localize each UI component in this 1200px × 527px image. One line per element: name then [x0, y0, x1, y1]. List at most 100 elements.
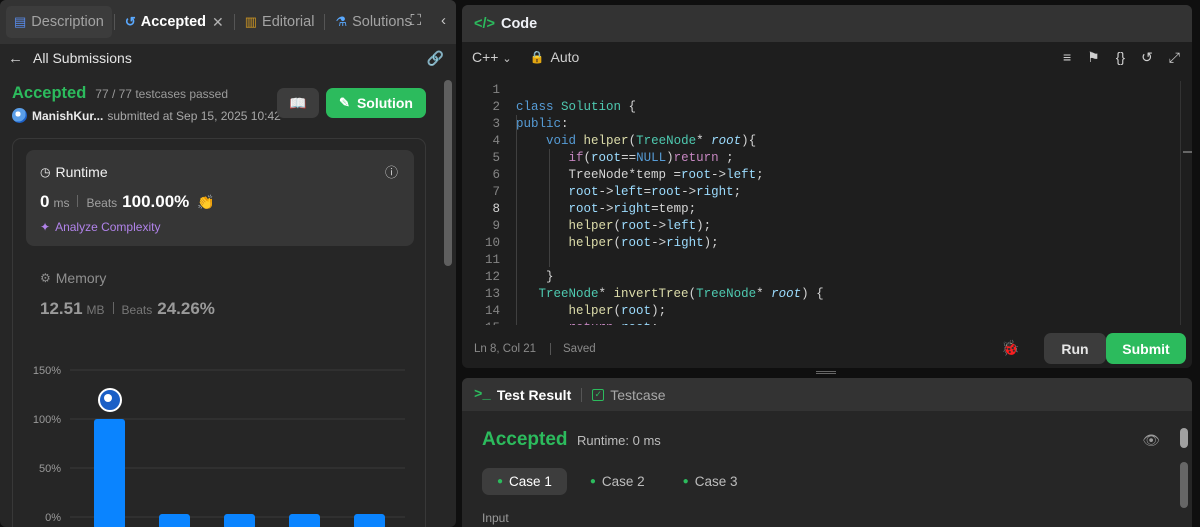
chart-bar[interactable] [94, 419, 125, 527]
notebook-button[interactable]: 📖 [277, 88, 319, 118]
result-status: Accepted [482, 429, 568, 450]
line-number: 7 [492, 185, 500, 199]
solution-button[interactable]: ✎ Solution [326, 88, 426, 118]
line-number: 4 [492, 134, 500, 148]
link-icon[interactable]: 🔗 [427, 50, 444, 67]
memory-beats-label: Beats [121, 303, 153, 317]
line-number: 14 [484, 304, 500, 318]
submission-status-row: Accepted 77 / 77 testcases passed [12, 84, 228, 103]
case-tab-3[interactable]: ● Case 3 [668, 468, 753, 495]
code-line: } [516, 270, 554, 284]
chart-bar[interactable] [159, 514, 190, 527]
analyze-complexity-link[interactable]: ✦ Analyze Complexity [40, 220, 160, 234]
back-arrow-icon[interactable]: ← [8, 50, 23, 67]
runtime-value: 0 [40, 192, 50, 211]
code-line: if(root==NULL)return ; [568, 151, 734, 165]
left-tab-bar: ▤ Description ↺ Accepted ✕ ▥ Editorial ⚗… [0, 0, 456, 44]
scrollbar[interactable] [444, 80, 452, 266]
collapse-left-icon[interactable]: ‹ [441, 12, 446, 29]
checkbox-icon: ✓ [592, 388, 605, 401]
code-header: </> Code [462, 5, 1192, 42]
panel-controls: ⛶ ‹ [410, 12, 446, 29]
scrollbar-track[interactable] [1180, 462, 1188, 508]
code-line: helper(root->right); [568, 236, 719, 250]
memory-title[interactable]: ⚙ Memory [40, 270, 106, 286]
submit-button[interactable]: Submit [1106, 333, 1186, 364]
terminal-icon: >_ [474, 386, 491, 403]
history-icon: ↺ [124, 14, 136, 29]
tab-editorial[interactable]: ▥ Editorial [237, 6, 323, 38]
code-footer: Ln 8, Col 21 Saved 🐞 Run Submit [462, 330, 1192, 368]
runtime-beats-label: Beats [86, 196, 118, 210]
scrollbar[interactable] [1180, 428, 1188, 448]
code-line: root->left=root->right; [568, 185, 742, 199]
tab-testcase[interactable]: ✓ Testcase [592, 387, 666, 403]
tab-accepted[interactable]: ↺ Accepted ✕ [117, 6, 232, 38]
chart-bar[interactable] [289, 514, 320, 527]
close-tab-icon[interactable]: ✕ [212, 14, 224, 31]
pass-dot-icon: ● [589, 476, 596, 487]
chip-icon: ⚙ [40, 271, 51, 285]
your-submission-marker[interactable] [98, 388, 122, 412]
debugger-icon[interactable]: 🐞 [1001, 339, 1020, 357]
result-runtime: Runtime: 0 ms [577, 433, 661, 448]
code-line: TreeNode*temp =root->left; [516, 168, 764, 182]
auto-mode[interactable]: Auto [551, 49, 580, 65]
code-line: return root; [516, 321, 659, 325]
format-icon[interactable]: ≡ [1063, 49, 1071, 66]
clock-icon: ◷ [40, 165, 51, 179]
braces-icon[interactable]: {} [1116, 49, 1125, 66]
chart-bar[interactable] [354, 514, 385, 527]
line-number: 1 [492, 83, 500, 97]
line-number: 9 [492, 219, 500, 233]
tab-solutions[interactable]: ⚗ Solutions [327, 6, 419, 38]
cursor-position: Ln 8, Col 21 [474, 343, 537, 355]
code-line: helper(root->left); [568, 219, 712, 233]
code-line: root->right=temp; [568, 202, 697, 216]
line-number: 5 [492, 151, 500, 165]
flask-icon: ⚗ [335, 14, 348, 29]
chart-bars [94, 419, 385, 527]
line-number: 3 [492, 117, 500, 131]
fullscreen-icon[interactable]: ⤢ [1169, 49, 1180, 66]
code-editor[interactable]: 123456789101112131415 class Solution { p… [462, 81, 1192, 325]
chart-y-tick-label: 100% [33, 414, 61, 426]
tab-test-result[interactable]: >_ Test Result [474, 387, 571, 403]
save-status: Saved [563, 343, 596, 355]
lock-icon: 🔒 [529, 50, 545, 64]
sparkle-icon: ✦ [40, 220, 51, 234]
reset-icon[interactable]: ↺ [1141, 49, 1153, 66]
runtime-card[interactable]: ◷ Runtime ⓘ 0 ms Beats 100.00% 👏 ✦ Analy… [26, 150, 414, 246]
case-tab-1[interactable]: ● Case 1 [482, 468, 567, 495]
tab-divider [113, 14, 115, 30]
all-submissions-link[interactable]: All Submissions [33, 50, 132, 66]
tab-divider [233, 14, 235, 30]
code-line: void helper(TreeNode* root){ [546, 134, 757, 148]
runtime-unit: ms [53, 196, 70, 210]
code-title: Code [500, 15, 538, 32]
expand-icon[interactable]: ⛶ [410, 12, 421, 29]
language-select[interactable]: C++ ⌄ [472, 49, 512, 65]
eye-icon[interactable]: 👁 [1142, 432, 1160, 449]
testcases-passed: 77 / 77 testcases passed [95, 87, 229, 101]
line-number: 15 [472, 321, 500, 325]
chart-bar[interactable] [224, 514, 255, 527]
case-tab-2[interactable]: ● Case 2 [575, 468, 660, 495]
bookmark-icon[interactable]: ⚑ [1087, 49, 1100, 66]
submission-panel: ▤ Description ↺ Accepted ✕ ▥ Editorial ⚗… [0, 0, 456, 527]
panel-resize-handle[interactable] [816, 371, 836, 374]
run-button[interactable]: Run [1044, 333, 1106, 364]
tab-divider [324, 14, 326, 30]
username[interactable]: ManishKur... [32, 109, 103, 123]
runtime-title: ◷ Runtime [40, 164, 108, 180]
input-label: Input [482, 511, 509, 525]
chart-y-tick-label: 50% [39, 463, 61, 475]
editor-scrollbar[interactable] [1180, 81, 1192, 325]
submitted-by-row: ManishKur... submitted at Sep 15, 2025 1… [12, 108, 281, 123]
divider [581, 387, 583, 402]
chart-y-tick-label: 0% [45, 512, 61, 524]
info-icon[interactable]: ⓘ [385, 162, 398, 181]
book-icon: ▥ [244, 14, 258, 29]
avatar[interactable] [12, 108, 27, 123]
tab-description[interactable]: ▤ Description [6, 6, 112, 38]
